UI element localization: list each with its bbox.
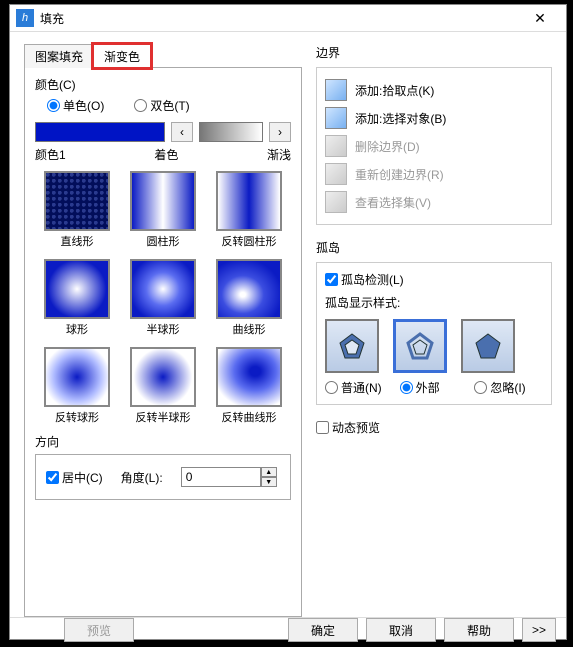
boundary-view-selection: 查看选择集(V): [325, 188, 543, 216]
radio-two-label: 双色(T): [150, 97, 189, 114]
island-outer-radio[interactable]: 外部: [400, 379, 469, 396]
preview-button[interactable]: 预览: [64, 618, 134, 642]
shade-slider[interactable]: [199, 122, 263, 142]
fill-dialog: h 填充 ✕ 图案填充 渐变色 颜色(C) 单色(O) 双色(T) ‹ ›: [9, 4, 567, 640]
color-group-label: 颜色(C): [35, 76, 291, 93]
angle-down[interactable]: ▼: [261, 477, 277, 487]
dynamic-preview-checkbox[interactable]: 动态预览: [316, 419, 552, 436]
swatch-inv-sphere[interactable]: 反转球形: [41, 347, 113, 425]
right-column: 边界 添加:拾取点(K) 添加:选择对象(B) 删除边界(D) 重新创建边界(R…: [316, 44, 552, 617]
shade-right-button[interactable]: ›: [269, 122, 291, 142]
color-slider-row: ‹ ›: [35, 122, 291, 142]
slider-labels: 颜色1 着色 渐浅: [35, 146, 291, 163]
boundary-delete: 删除边界(D): [325, 132, 543, 160]
direction-box: 居中(C) 角度(L): ▲ ▼: [35, 454, 291, 500]
swatch-inv-hemisphere[interactable]: 反转半球形: [127, 347, 199, 425]
direction-group: 方向 居中(C) 角度(L): ▲ ▼: [35, 433, 291, 500]
swatch-curved[interactable]: 曲线形: [213, 259, 285, 337]
gradient-swatch-grid: 直线形 圆柱形 反转圆柱形 球形 半球形 曲线形 反转球形 反转半球形 反转曲线…: [35, 171, 291, 425]
angle-label: 角度(L):: [121, 469, 163, 486]
left-column: 图案填充 渐变色 颜色(C) 单色(O) 双色(T) ‹ › 颜色1 着色: [24, 44, 302, 617]
center-checkbox[interactable]: 居中(C): [46, 469, 103, 486]
island-style-label: 孤岛显示样式:: [325, 294, 543, 311]
boundary-group: 边界 添加:拾取点(K) 添加:选择对象(B) 删除边界(D) 重新创建边界(R…: [316, 44, 552, 225]
tab-gradient[interactable]: 渐变色: [93, 44, 151, 68]
swatch-sphere[interactable]: 球形: [41, 259, 113, 337]
island-normal-icon[interactable]: [325, 319, 379, 373]
swatch-linear[interactable]: 直线形: [41, 171, 113, 249]
app-icon: h: [16, 9, 34, 27]
label-tint: 着色: [154, 146, 178, 163]
view-selection-icon: [325, 191, 347, 213]
cancel-button[interactable]: 取消: [366, 618, 436, 642]
island-ignore-icon[interactable]: [461, 319, 515, 373]
radio-one-color[interactable]: 单色(O): [47, 97, 104, 114]
boundary-select-object[interactable]: 添加:选择对象(B): [325, 104, 543, 132]
expand-button[interactable]: >>: [522, 618, 556, 642]
recreate-boundary-icon: [325, 163, 347, 185]
angle-input[interactable]: [181, 467, 261, 487]
help-button[interactable]: 帮助: [444, 618, 514, 642]
footer: 预览 确定 取消 帮助 >>: [10, 617, 566, 642]
boundary-recreate: 重新创建边界(R): [325, 160, 543, 188]
island-group: 孤岛 孤岛检测(L) 孤岛显示样式: 普通(N) 外部 忽略(I): [316, 239, 552, 405]
label-shade: 渐浅: [267, 146, 291, 163]
swatch-inv-curved[interactable]: 反转曲线形: [213, 347, 285, 425]
island-mode-labels: 普通(N) 外部 忽略(I): [325, 379, 543, 396]
angle-up[interactable]: ▲: [261, 467, 277, 477]
island-ignore-radio[interactable]: 忽略(I): [474, 379, 543, 396]
close-button[interactable]: ✕: [520, 5, 560, 31]
window-title: 填充: [40, 10, 520, 27]
island-title: 孤岛: [316, 239, 552, 256]
radio-two-color[interactable]: 双色(T): [134, 97, 189, 114]
swatch-hemisphere[interactable]: 半球形: [127, 259, 199, 337]
pick-point-icon: [325, 79, 347, 101]
boundary-title: 边界: [316, 44, 552, 61]
direction-label: 方向: [35, 433, 291, 450]
shade-left-button[interactable]: ‹: [171, 122, 193, 142]
island-mode-icons: [325, 319, 543, 373]
island-outer-icon[interactable]: [393, 319, 447, 373]
angle-spinner: ▲ ▼: [181, 467, 277, 487]
boundary-options: 添加:拾取点(K) 添加:选择对象(B) 删除边界(D) 重新创建边界(R) 查…: [316, 67, 552, 225]
delete-boundary-icon: [325, 135, 347, 157]
color-swatch[interactable]: [35, 122, 165, 142]
swatch-inv-cylinder[interactable]: 反转圆柱形: [213, 171, 285, 249]
swatch-cylinder[interactable]: 圆柱形: [127, 171, 199, 249]
island-normal-radio[interactable]: 普通(N): [325, 379, 394, 396]
gradient-panel: 颜色(C) 单色(O) 双色(T) ‹ › 颜色1 着色 渐浅 直线: [24, 67, 302, 617]
island-detect-checkbox[interactable]: 孤岛检测(L): [325, 271, 543, 288]
boundary-pick-point[interactable]: 添加:拾取点(K): [325, 76, 543, 104]
select-object-icon: [325, 107, 347, 129]
ok-button[interactable]: 确定: [288, 618, 358, 642]
color-mode-row: 单色(O) 双色(T): [47, 97, 291, 114]
titlebar: h 填充 ✕: [10, 5, 566, 32]
content: 图案填充 渐变色 颜色(C) 单色(O) 双色(T) ‹ › 颜色1 着色: [10, 32, 566, 617]
radio-one-label: 单色(O): [63, 97, 104, 114]
label-color1: 颜色1: [35, 146, 66, 163]
tab-strip: 图案填充 渐变色: [24, 44, 302, 68]
tab-pattern[interactable]: 图案填充: [24, 44, 94, 68]
island-box: 孤岛检测(L) 孤岛显示样式: 普通(N) 外部 忽略(I): [316, 262, 552, 405]
